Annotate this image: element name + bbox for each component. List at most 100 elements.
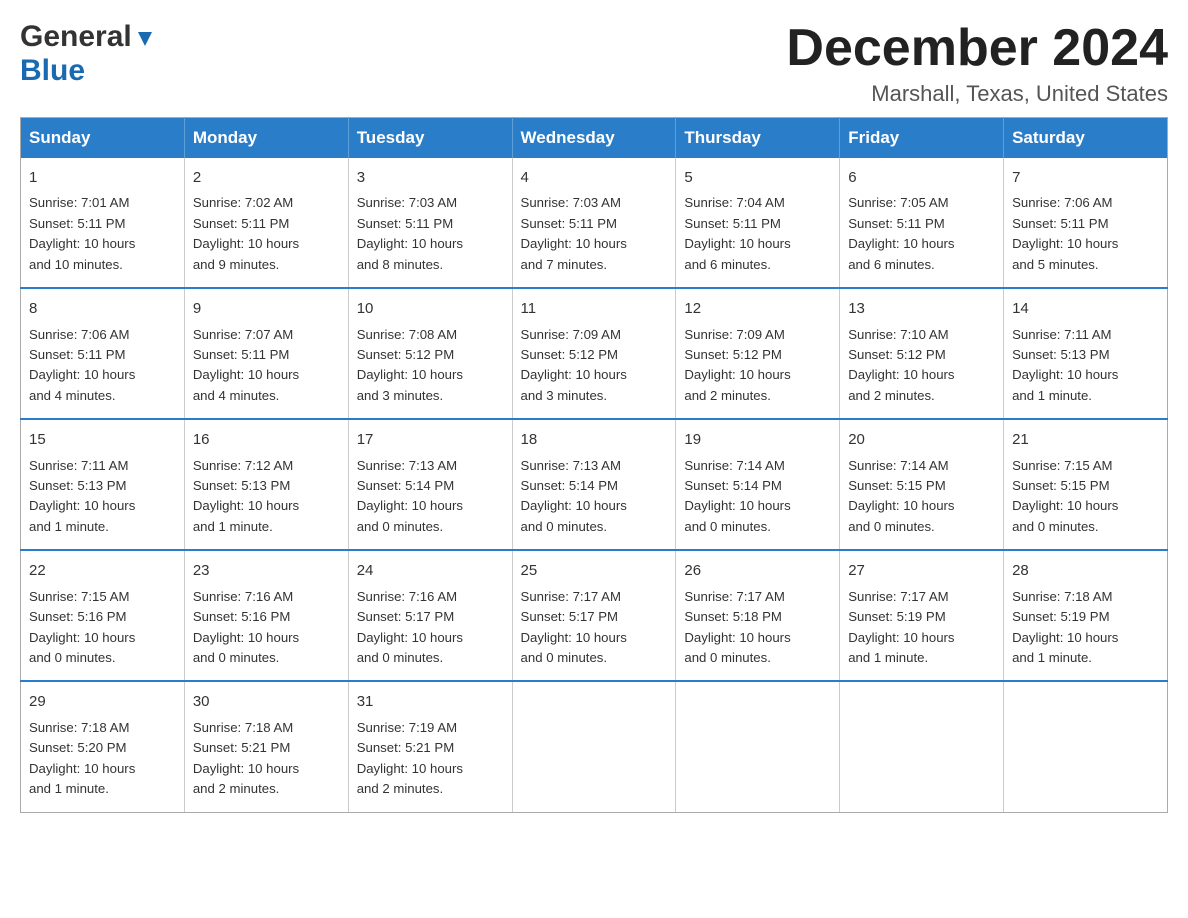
- table-row: 6 Sunrise: 7:05 AM Sunset: 5:11 PM Dayli…: [840, 158, 1004, 288]
- day-number: 3: [357, 166, 504, 189]
- day-number: 16: [193, 428, 340, 451]
- day-info: Sunrise: 7:08 AM Sunset: 5:12 PM Dayligh…: [357, 325, 504, 407]
- calendar-table: Sunday Monday Tuesday Wednesday Thursday…: [20, 117, 1168, 812]
- day-info: Sunrise: 7:19 AM Sunset: 5:21 PM Dayligh…: [357, 718, 504, 800]
- day-info: Sunrise: 7:13 AM Sunset: 5:14 PM Dayligh…: [357, 456, 504, 538]
- day-number: 23: [193, 559, 340, 582]
- day-info: Sunrise: 7:16 AM Sunset: 5:17 PM Dayligh…: [357, 587, 504, 669]
- day-number: 26: [684, 559, 831, 582]
- table-row: 14 Sunrise: 7:11 AM Sunset: 5:13 PM Dayl…: [1004, 288, 1168, 419]
- day-number: 18: [521, 428, 668, 451]
- calendar-week-row: 22 Sunrise: 7:15 AM Sunset: 5:16 PM Dayl…: [21, 550, 1168, 681]
- table-row: 7 Sunrise: 7:06 AM Sunset: 5:11 PM Dayli…: [1004, 158, 1168, 288]
- day-info: Sunrise: 7:14 AM Sunset: 5:15 PM Dayligh…: [848, 456, 995, 538]
- calendar-week-row: 15 Sunrise: 7:11 AM Sunset: 5:13 PM Dayl…: [21, 419, 1168, 550]
- day-info: Sunrise: 7:17 AM Sunset: 5:17 PM Dayligh…: [521, 587, 668, 669]
- table-row: 26 Sunrise: 7:17 AM Sunset: 5:18 PM Dayl…: [676, 550, 840, 681]
- header-sunday: Sunday: [21, 118, 185, 159]
- calendar-header-row: Sunday Monday Tuesday Wednesday Thursday…: [21, 118, 1168, 159]
- day-number: 12: [684, 297, 831, 320]
- header-wednesday: Wednesday: [512, 118, 676, 159]
- day-info: Sunrise: 7:07 AM Sunset: 5:11 PM Dayligh…: [193, 325, 340, 407]
- logo-triangle-icon: [134, 28, 156, 50]
- main-title: December 2024: [786, 20, 1168, 77]
- table-row: 24 Sunrise: 7:16 AM Sunset: 5:17 PM Dayl…: [348, 550, 512, 681]
- logo-blue-text: Blue: [20, 54, 85, 87]
- day-info: Sunrise: 7:09 AM Sunset: 5:12 PM Dayligh…: [521, 325, 668, 407]
- table-row: 22 Sunrise: 7:15 AM Sunset: 5:16 PM Dayl…: [21, 550, 185, 681]
- day-info: Sunrise: 7:02 AM Sunset: 5:11 PM Dayligh…: [193, 193, 340, 275]
- day-number: 20: [848, 428, 995, 451]
- header-saturday: Saturday: [1004, 118, 1168, 159]
- logo-general-text: General: [20, 20, 132, 54]
- logo: General Blue: [20, 20, 156, 88]
- table-row: 9 Sunrise: 7:07 AM Sunset: 5:11 PM Dayli…: [184, 288, 348, 419]
- day-number: 7: [1012, 166, 1159, 189]
- day-info: Sunrise: 7:15 AM Sunset: 5:15 PM Dayligh…: [1012, 456, 1159, 538]
- day-number: 15: [29, 428, 176, 451]
- table-row: 15 Sunrise: 7:11 AM Sunset: 5:13 PM Dayl…: [21, 419, 185, 550]
- table-row: 3 Sunrise: 7:03 AM Sunset: 5:11 PM Dayli…: [348, 158, 512, 288]
- day-info: Sunrise: 7:12 AM Sunset: 5:13 PM Dayligh…: [193, 456, 340, 538]
- day-number: 11: [521, 297, 668, 320]
- table-row: [676, 681, 840, 812]
- day-info: Sunrise: 7:16 AM Sunset: 5:16 PM Dayligh…: [193, 587, 340, 669]
- table-row: 11 Sunrise: 7:09 AM Sunset: 5:12 PM Dayl…: [512, 288, 676, 419]
- table-row: 10 Sunrise: 7:08 AM Sunset: 5:12 PM Dayl…: [348, 288, 512, 419]
- table-row: [512, 681, 676, 812]
- table-row: 18 Sunrise: 7:13 AM Sunset: 5:14 PM Dayl…: [512, 419, 676, 550]
- day-number: 10: [357, 297, 504, 320]
- table-row: 17 Sunrise: 7:13 AM Sunset: 5:14 PM Dayl…: [348, 419, 512, 550]
- day-info: Sunrise: 7:01 AM Sunset: 5:11 PM Dayligh…: [29, 193, 176, 275]
- table-row: 31 Sunrise: 7:19 AM Sunset: 5:21 PM Dayl…: [348, 681, 512, 812]
- day-info: Sunrise: 7:18 AM Sunset: 5:20 PM Dayligh…: [29, 718, 176, 800]
- day-number: 25: [521, 559, 668, 582]
- day-number: 31: [357, 690, 504, 713]
- day-info: Sunrise: 7:11 AM Sunset: 5:13 PM Dayligh…: [1012, 325, 1159, 407]
- day-info: Sunrise: 7:03 AM Sunset: 5:11 PM Dayligh…: [357, 193, 504, 275]
- table-row: [1004, 681, 1168, 812]
- header-tuesday: Tuesday: [348, 118, 512, 159]
- table-row: [840, 681, 1004, 812]
- table-row: 30 Sunrise: 7:18 AM Sunset: 5:21 PM Dayl…: [184, 681, 348, 812]
- table-row: 13 Sunrise: 7:10 AM Sunset: 5:12 PM Dayl…: [840, 288, 1004, 419]
- day-number: 28: [1012, 559, 1159, 582]
- calendar-week-row: 29 Sunrise: 7:18 AM Sunset: 5:20 PM Dayl…: [21, 681, 1168, 812]
- day-info: Sunrise: 7:17 AM Sunset: 5:18 PM Dayligh…: [684, 587, 831, 669]
- table-row: 29 Sunrise: 7:18 AM Sunset: 5:20 PM Dayl…: [21, 681, 185, 812]
- day-info: Sunrise: 7:17 AM Sunset: 5:19 PM Dayligh…: [848, 587, 995, 669]
- day-info: Sunrise: 7:14 AM Sunset: 5:14 PM Dayligh…: [684, 456, 831, 538]
- day-info: Sunrise: 7:03 AM Sunset: 5:11 PM Dayligh…: [521, 193, 668, 275]
- table-row: 5 Sunrise: 7:04 AM Sunset: 5:11 PM Dayli…: [676, 158, 840, 288]
- table-row: 23 Sunrise: 7:16 AM Sunset: 5:16 PM Dayl…: [184, 550, 348, 681]
- day-number: 1: [29, 166, 176, 189]
- day-number: 17: [357, 428, 504, 451]
- day-number: 22: [29, 559, 176, 582]
- header-monday: Monday: [184, 118, 348, 159]
- day-number: 6: [848, 166, 995, 189]
- day-number: 27: [848, 559, 995, 582]
- day-number: 8: [29, 297, 176, 320]
- day-info: Sunrise: 7:10 AM Sunset: 5:12 PM Dayligh…: [848, 325, 995, 407]
- day-info: Sunrise: 7:09 AM Sunset: 5:12 PM Dayligh…: [684, 325, 831, 407]
- day-info: Sunrise: 7:13 AM Sunset: 5:14 PM Dayligh…: [521, 456, 668, 538]
- day-info: Sunrise: 7:18 AM Sunset: 5:21 PM Dayligh…: [193, 718, 340, 800]
- day-number: 19: [684, 428, 831, 451]
- calendar-week-row: 1 Sunrise: 7:01 AM Sunset: 5:11 PM Dayli…: [21, 158, 1168, 288]
- table-row: 25 Sunrise: 7:17 AM Sunset: 5:17 PM Dayl…: [512, 550, 676, 681]
- table-row: 4 Sunrise: 7:03 AM Sunset: 5:11 PM Dayli…: [512, 158, 676, 288]
- table-row: 8 Sunrise: 7:06 AM Sunset: 5:11 PM Dayli…: [21, 288, 185, 419]
- day-number: 9: [193, 297, 340, 320]
- table-row: 28 Sunrise: 7:18 AM Sunset: 5:19 PM Dayl…: [1004, 550, 1168, 681]
- table-row: 12 Sunrise: 7:09 AM Sunset: 5:12 PM Dayl…: [676, 288, 840, 419]
- day-info: Sunrise: 7:06 AM Sunset: 5:11 PM Dayligh…: [1012, 193, 1159, 275]
- day-number: 4: [521, 166, 668, 189]
- day-number: 13: [848, 297, 995, 320]
- table-row: 2 Sunrise: 7:02 AM Sunset: 5:11 PM Dayli…: [184, 158, 348, 288]
- table-row: 1 Sunrise: 7:01 AM Sunset: 5:11 PM Dayli…: [21, 158, 185, 288]
- day-info: Sunrise: 7:18 AM Sunset: 5:19 PM Dayligh…: [1012, 587, 1159, 669]
- day-number: 21: [1012, 428, 1159, 451]
- table-row: 19 Sunrise: 7:14 AM Sunset: 5:14 PM Dayl…: [676, 419, 840, 550]
- subtitle: Marshall, Texas, United States: [786, 81, 1168, 107]
- header-friday: Friday: [840, 118, 1004, 159]
